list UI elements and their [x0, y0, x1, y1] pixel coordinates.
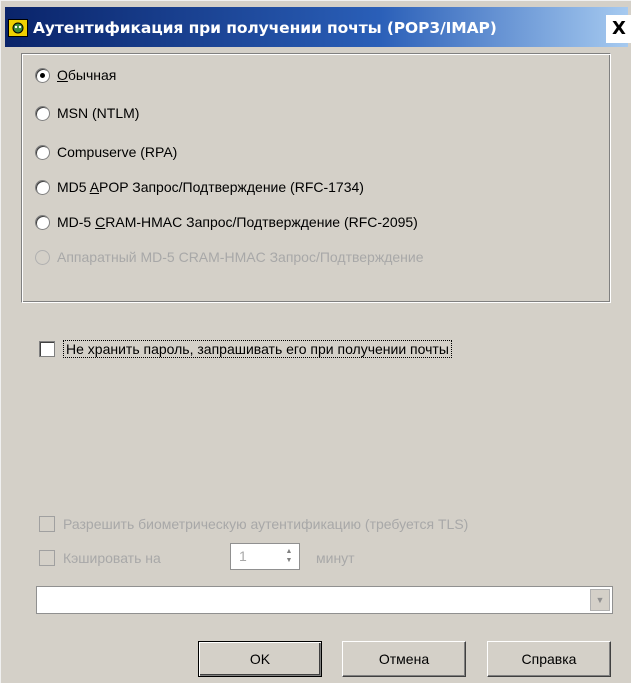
no-store-password-checkbox-row[interactable]: Не хранить пароль, запрашивать его при п…	[39, 340, 452, 358]
minutes-label: минут	[316, 550, 355, 566]
no-store-password-checkbox[interactable]	[39, 341, 55, 357]
radio-button[interactable]	[35, 144, 50, 160]
radio-label: Compuserve (RPA)	[57, 144, 178, 160]
cache-checkbox-row: Кэшировать на	[39, 550, 161, 566]
ok-button[interactable]: OK	[198, 641, 322, 677]
radio-label: MSN (NTLM)	[57, 105, 140, 121]
title-bar[interactable]: Аутентификация при получении почты (POP3…	[5, 7, 631, 47]
radio-option-msn-ntlm[interactable]: MSN (NTLM)	[35, 103, 139, 123]
radio-label: Обычная	[57, 67, 117, 83]
chevron-down-icon: ▼	[590, 589, 610, 611]
radio-option-compuserve-rpa[interactable]: Compuserve (RPA)	[35, 142, 177, 162]
cache-checkbox	[39, 550, 55, 566]
radio-button	[35, 249, 50, 265]
radio-button[interactable]	[35, 105, 50, 121]
radio-button[interactable]	[35, 179, 50, 195]
cache-label: Кэшировать на	[63, 550, 161, 566]
radio-label: Аппаратный MD-5 CRAM-HMAC Запрос/Подтвер…	[57, 249, 424, 265]
radio-button[interactable]	[35, 67, 50, 83]
close-button[interactable]: X	[606, 15, 631, 43]
help-button[interactable]: Справка	[487, 641, 611, 677]
biometric-label: Разрешить биометрическую аутентификацию …	[63, 516, 469, 532]
radio-label: MD-5 CRAM-HMAC Запрос/Подтверждение (RFC…	[57, 214, 418, 230]
cache-minutes-spinner: 1 ▲ ▼	[230, 543, 300, 570]
biometric-checkbox-row: Разрешить биометрическую аутентификацию …	[39, 516, 468, 532]
window-title: Аутентификация при получении почты (POP3…	[33, 19, 497, 37]
cancel-button[interactable]: Отмена	[342, 641, 466, 677]
cache-minutes-value: 1	[239, 548, 247, 564]
radio-option-cram-hmac[interactable]: MD-5 CRAM-HMAC Запрос/Подтверждение (RFC…	[35, 212, 418, 232]
radio-option-md5-apop[interactable]: MD5 APOP Запрос/Подтверждение (RFC-1734)	[35, 177, 364, 197]
app-icon	[8, 19, 28, 37]
radio-option-normal[interactable]: Обычная	[35, 65, 116, 85]
auth-dialog: Аутентификация при получении почты (POP3…	[0, 0, 631, 683]
radio-button[interactable]	[35, 214, 50, 230]
radio-option-hardware-cram-hmac: Аппаратный MD-5 CRAM-HMAC Запрос/Подтвер…	[35, 247, 424, 267]
biometric-checkbox	[39, 516, 55, 532]
spinner-arrows-icon: ▲ ▼	[285, 548, 293, 564]
no-store-password-label: Не хранить пароль, запрашивать его при п…	[63, 340, 452, 358]
device-combobox: ▼	[36, 586, 613, 614]
radio-label: MD5 APOP Запрос/Подтверждение (RFC-1734)	[57, 179, 364, 195]
